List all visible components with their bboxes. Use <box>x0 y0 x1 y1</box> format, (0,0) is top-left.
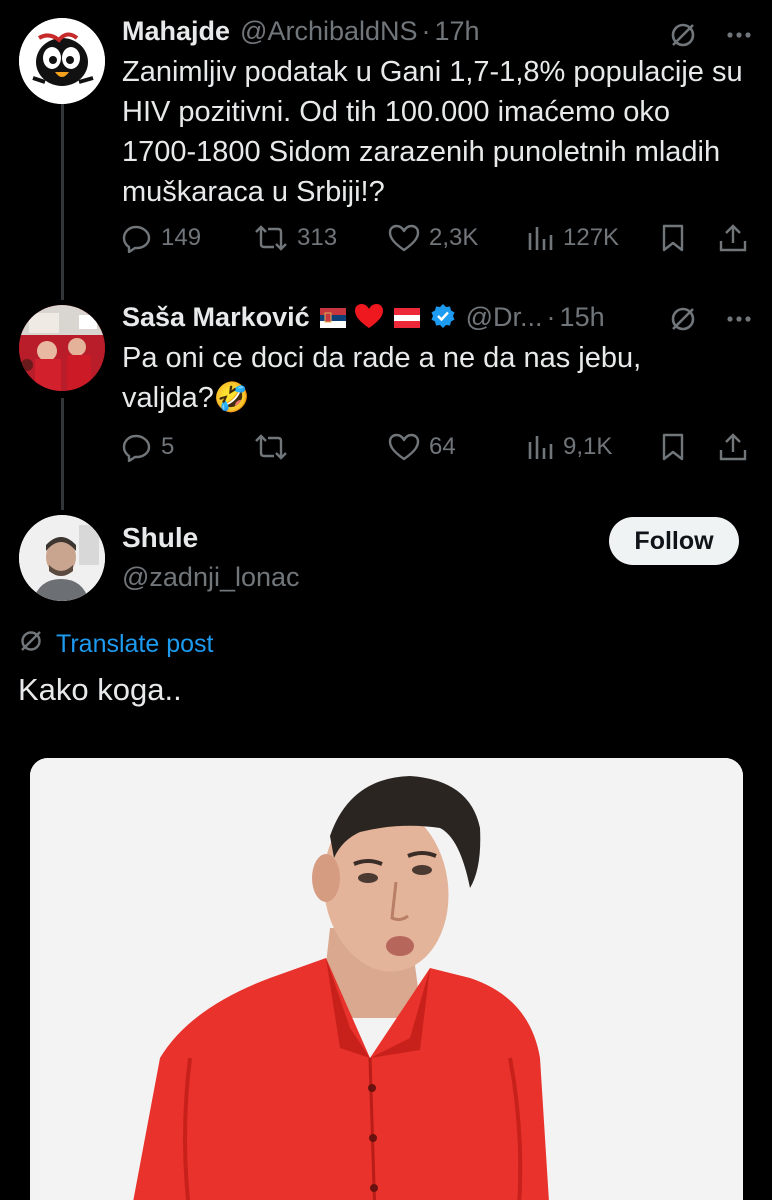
tweet-header: Mahajde @ArchibaldNS · 17h <box>122 16 480 47</box>
translate-post-link[interactable]: Translate post <box>18 628 213 661</box>
tweet-actions: 149 313 2,3K 127K <box>122 218 752 258</box>
views-button[interactable]: 9,1K <box>526 427 612 467</box>
author-handle[interactable]: @ArchibaldNS <box>240 16 417 47</box>
author-name[interactable]: Shule <box>122 522 198 554</box>
bookmark-button[interactable] <box>660 218 686 258</box>
translate-label[interactable]: Translate post <box>56 630 213 659</box>
post-text: Kako koga.. <box>18 672 182 707</box>
avatar-sasa[interactable] <box>19 305 105 391</box>
separator: · <box>421 16 431 46</box>
tweet-header: Saša Marković @Dr... · 15h <box>122 302 605 337</box>
like-count: 64 <box>429 433 456 460</box>
views-button[interactable]: 127K <box>526 218 619 258</box>
serbian-flag-icon <box>319 304 346 335</box>
repost-icon <box>254 223 288 253</box>
views-count: 127K <box>563 224 620 251</box>
avatar-mahajde[interactable] <box>19 18 105 104</box>
like-count: 2,3K <box>429 224 479 251</box>
views-icon <box>526 223 554 253</box>
reply-count: 149 <box>161 224 202 251</box>
more-icon[interactable] <box>724 20 754 50</box>
separator: · <box>546 302 556 332</box>
grok-icon[interactable] <box>668 20 698 50</box>
share-button[interactable] <box>718 218 748 258</box>
like-icon <box>388 223 420 253</box>
more-icon[interactable] <box>724 304 754 334</box>
tweet-actions: 5 64 9,1K <box>122 427 752 467</box>
thread-line <box>61 104 64 300</box>
views-count: 9,1K <box>563 433 613 460</box>
grok-icon[interactable] <box>668 304 698 334</box>
author-name[interactable]: Saša Marković <box>122 302 310 333</box>
translate-icon <box>18 628 44 661</box>
reply-count: 5 <box>161 433 175 460</box>
timestamp[interactable]: 15h <box>560 302 605 333</box>
repost-button[interactable] <box>254 427 297 467</box>
views-icon <box>526 432 554 462</box>
header-icons <box>668 304 754 334</box>
thread-line <box>61 398 64 510</box>
tweet-text: Zanimljiv podatak u Gani 1,7-1,8% popula… <box>122 56 743 208</box>
author-handle[interactable]: @zadnji_lonac <box>122 562 300 593</box>
reply-icon <box>122 223 152 253</box>
bookmark-icon <box>660 432 686 462</box>
like-button[interactable]: 64 <box>388 427 456 467</box>
post-image[interactable] <box>30 758 743 1200</box>
repost-button[interactable]: 313 <box>254 218 337 258</box>
repost-count: 313 <box>297 224 338 251</box>
share-button[interactable] <box>718 427 748 467</box>
reply-button[interactable]: 149 <box>122 218 201 258</box>
bookmark-button[interactable] <box>660 427 686 467</box>
verified-icon <box>430 303 456 336</box>
heart-emoji-icon <box>354 302 384 337</box>
like-button[interactable]: 2,3K <box>388 218 478 258</box>
share-icon <box>718 223 748 253</box>
reply-icon <box>122 432 152 462</box>
like-icon <box>388 432 420 462</box>
repost-icon <box>254 432 288 462</box>
follow-button[interactable]: Follow <box>609 517 739 565</box>
author-name[interactable]: Mahajde <box>122 16 230 47</box>
tweet-text: Pa oni ce doci da rade a ne da nas jebu,… <box>122 342 642 414</box>
austrian-flag-icon <box>393 304 420 335</box>
timestamp[interactable]: 17h <box>435 16 480 47</box>
share-icon <box>718 432 748 462</box>
author-handle[interactable]: @Dr... <box>466 302 543 333</box>
bookmark-icon <box>660 223 686 253</box>
reply-button[interactable]: 5 <box>122 427 174 467</box>
header-icons <box>668 20 754 50</box>
avatar-shule[interactable] <box>19 515 105 601</box>
